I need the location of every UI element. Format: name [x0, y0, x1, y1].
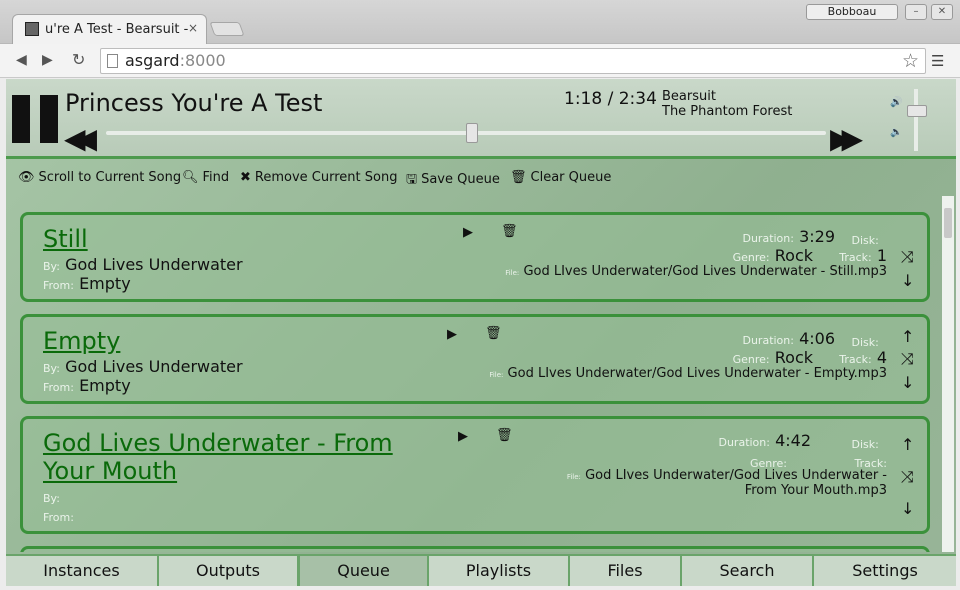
queue-actions: 👁 Scroll to Current Song 🔍︎ Find ✖ Remove C… — [6, 162, 956, 192]
shuffle-icon[interactable]: ⤨ — [901, 247, 914, 267]
remove-current-song-button[interactable]: ✖ Remove Current Song — [240, 170, 397, 185]
close-tab-icon[interactable]: × — [188, 21, 198, 35]
queue-item[interactable] — [20, 546, 930, 552]
play-icon[interactable]: ▶ — [463, 225, 473, 240]
song-file: File: God LIves Underwater/God Lives Und… — [489, 366, 887, 381]
page-icon — [107, 54, 118, 68]
now-playing-title: Princess You're A Test — [65, 89, 323, 117]
browser-titlebar: u're A Test - Bearsuit - × Bobboau – ✕ — [0, 0, 960, 44]
player-bar: Princess You're A Test 1:18 / 2:34 Bears… — [6, 79, 956, 159]
seek-slider-thumb[interactable] — [466, 123, 478, 143]
song-duration: Duration: 4:42 — [718, 431, 811, 450]
playback-time: 1:18 / 2:34 — [564, 89, 657, 109]
music-app: Princess You're A Test 1:18 / 2:34 Bears… — [6, 79, 956, 586]
tab-files[interactable]: Files — [570, 556, 682, 586]
song-genre: Genre: Rock — [732, 348, 813, 367]
song-duration: Duration: 4:06 — [742, 329, 835, 348]
scrollbar-thumb[interactable] — [944, 208, 952, 238]
song-title-link[interactable]: Still — [43, 225, 88, 253]
move-down-icon[interactable]: ↓ — [901, 373, 914, 392]
queue-scrollbar[interactable] — [942, 196, 954, 552]
back-icon[interactable]: ◀ — [16, 52, 27, 68]
reload-icon[interactable]: ↻ — [72, 50, 85, 69]
song-genre: Genre: Rock — [732, 246, 813, 265]
user-profile-button[interactable]: Bobboau — [806, 4, 898, 20]
save-icon: 🖫 — [406, 172, 418, 187]
browser-tab-title: u're A Test - Bearsuit - — [45, 22, 189, 37]
address-bar[interactable]: asgard:8000 ☆ — [100, 48, 926, 74]
url-port: :8000 — [179, 51, 226, 70]
move-down-icon[interactable]: ↓ — [901, 499, 914, 518]
move-up-icon[interactable]: ↑ — [901, 435, 914, 454]
now-playing-info: Bearsuit The Phantom Forest — [662, 89, 792, 119]
pause-button[interactable] — [12, 95, 58, 143]
delete-icon[interactable]: 🗑 — [501, 224, 518, 239]
tab-queue[interactable]: Queue — [299, 556, 429, 586]
volume-down-icon[interactable]: 🔈 — [890, 127, 902, 138]
move-up-icon[interactable]: ↑ — [901, 327, 914, 346]
queue-list: Still By: God Lives Underwater From: Emp… — [6, 196, 941, 552]
song-artist: By: — [43, 492, 60, 505]
bookmark-star-icon[interactable]: ☆ — [902, 49, 919, 73]
queue-item[interactable]: God Lives Underwater - From Your Mouth B… — [20, 416, 930, 534]
save-queue-button[interactable]: 🖫 Save Queue — [406, 170, 500, 192]
forward-icon[interactable]: ▶ — [42, 52, 53, 68]
song-track: Track: 1 — [839, 246, 887, 265]
tab-search[interactable]: Search — [682, 556, 814, 586]
browser-tab[interactable]: u're A Test - Bearsuit - × — [12, 14, 207, 44]
find-button[interactable]: 🔍︎ Find — [182, 170, 229, 185]
tab-settings[interactable]: Settings — [814, 556, 956, 586]
url-host: asgard — [125, 51, 180, 70]
clear-queue-button[interactable]: 🗑 Clear Queue — [510, 170, 611, 185]
tab-outputs[interactable]: Outputs — [159, 556, 299, 586]
menu-icon[interactable]: ☰ — [931, 52, 945, 70]
queue-item[interactable]: Empty By: God Lives Underwater From: Emp… — [20, 314, 930, 404]
previous-track-icon[interactable]: ◀◀ — [64, 122, 97, 155]
remove-icon: ✖ — [240, 170, 251, 185]
new-tab-button[interactable] — [209, 22, 245, 36]
song-album: From: Empty — [43, 274, 131, 293]
delete-icon[interactable]: 🗑 — [485, 326, 502, 341]
move-down-icon[interactable]: ↓ — [901, 271, 914, 290]
search-icon: 🔍︎ — [182, 170, 199, 185]
bottom-tab-bar: Instances Outputs Queue Playlists Files … — [6, 554, 956, 586]
song-title-link[interactable]: God Lives Underwater - From Your Mouth — [43, 429, 423, 485]
song-track: Track: 4 — [839, 348, 887, 367]
now-playing-album: The Phantom Forest — [662, 104, 793, 119]
tab-playlists[interactable]: Playlists — [429, 556, 570, 586]
song-duration: Duration: 3:29 — [742, 227, 835, 246]
play-icon[interactable]: ▶ — [458, 429, 468, 444]
volume-slider-thumb[interactable] — [907, 105, 927, 117]
eye-icon: 👁 — [18, 170, 35, 185]
queue-item[interactable]: Still By: God Lives Underwater From: Emp… — [20, 212, 930, 302]
song-album: From: Empty — [43, 376, 131, 395]
play-icon[interactable]: ▶ — [447, 327, 457, 342]
tab-instances[interactable]: Instances — [6, 556, 159, 586]
next-track-icon[interactable]: ▶▶ — [830, 122, 863, 155]
song-album: From: — [43, 511, 74, 524]
trash-icon: 🗑 — [510, 170, 527, 185]
volume-slider[interactable] — [914, 89, 918, 151]
volume-up-icon[interactable]: 🔊 — [890, 97, 902, 108]
close-window-icon[interactable]: ✕ — [931, 4, 953, 20]
song-file: File: God LIves Underwater/God Lives Und… — [566, 468, 887, 498]
shuffle-icon[interactable]: ⤨ — [901, 467, 914, 487]
song-artist: By: God Lives Underwater — [43, 255, 243, 274]
favicon-icon — [25, 22, 39, 36]
now-playing-artist: Bearsuit — [662, 89, 716, 104]
scroll-to-current-button[interactable]: 👁 Scroll to Current Song — [18, 170, 181, 185]
browser-toolbar: ◀ ▶ ↻ asgard:8000 ☆ ☰ — [0, 44, 960, 78]
delete-icon[interactable]: 🗑 — [496, 428, 513, 443]
song-file: File: God LIves Underwater/God Lives Und… — [505, 264, 887, 279]
song-artist: By: God Lives Underwater — [43, 357, 243, 376]
minimize-icon[interactable]: – — [905, 4, 927, 20]
song-disk: Disk: — [851, 438, 879, 451]
shuffle-icon[interactable]: ⤨ — [901, 349, 914, 369]
song-title-link[interactable]: Empty — [43, 327, 120, 355]
